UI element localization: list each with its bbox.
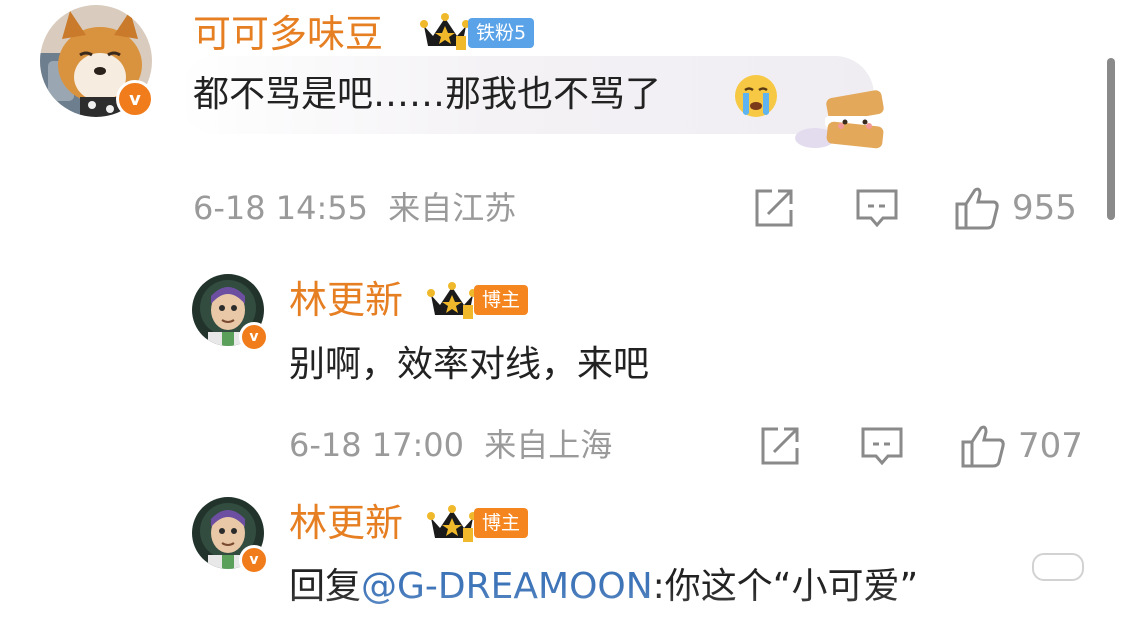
like-button[interactable]: 955: [954, 186, 1077, 230]
reply-username[interactable]: 林更新: [289, 278, 403, 322]
crown-rank-icon: [420, 13, 470, 50]
thumbs-up-icon: [955, 187, 999, 230]
comment-username[interactable]: 可可多味豆: [193, 12, 383, 56]
reply-text: 回复@G-DREAMOON:你这个“小可爱”: [289, 565, 918, 609]
reply-text: 别啊，效率对线，来吧: [289, 344, 650, 385]
crown-rank-icon: [427, 505, 477, 542]
reply-time: 6-18 17:00: [289, 426, 465, 464]
comment-time: 6-18 14:55: [193, 189, 369, 227]
verified-badge-icon: v: [239, 545, 269, 575]
crying-emoji-icon: [735, 75, 777, 117]
comment-thread: v 可可多味豆 铁粉5 都不骂是吧……那我也不骂了 6-18 14:55 来自江…: [0, 0, 1125, 633]
reply-body: :你这个“小可爱”: [652, 566, 919, 607]
blogger-badge: 博主: [474, 285, 529, 315]
thumbs-up-icon: [961, 425, 1005, 468]
mention-link[interactable]: @G-DREAMOON: [361, 566, 653, 607]
biscuit-sticker-icon: [795, 90, 885, 149]
comment-icon[interactable]: [860, 424, 904, 468]
like-count: 707: [1018, 426, 1083, 466]
reply-prefix: 回复: [289, 566, 362, 607]
reply-username[interactable]: 林更新: [289, 501, 403, 545]
scrollbar[interactable]: [1107, 58, 1115, 220]
blogger-badge: 博主: [474, 508, 529, 538]
share-icon[interactable]: [758, 424, 802, 468]
fan-level-badge: 铁粉5: [468, 18, 535, 48]
verified-badge-icon: v: [239, 322, 269, 352]
comment-location: 来自江苏: [388, 189, 517, 227]
watermark-logo: [1032, 553, 1084, 581]
comment-timestamp: 6-18 14:55 来自江苏: [193, 188, 516, 228]
verified-badge-icon: v: [116, 80, 154, 118]
comment-icon[interactable]: [855, 186, 899, 230]
like-button[interactable]: 707: [960, 424, 1083, 468]
like-count: 955: [1012, 188, 1077, 228]
crown-rank-icon: [427, 282, 477, 319]
reply-timestamp: 6-18 17:00 来自上海: [289, 425, 612, 465]
reply-location: 来自上海: [484, 426, 613, 464]
share-icon[interactable]: [752, 186, 796, 230]
comment-text: 都不骂是吧……那我也不骂了: [193, 74, 662, 115]
